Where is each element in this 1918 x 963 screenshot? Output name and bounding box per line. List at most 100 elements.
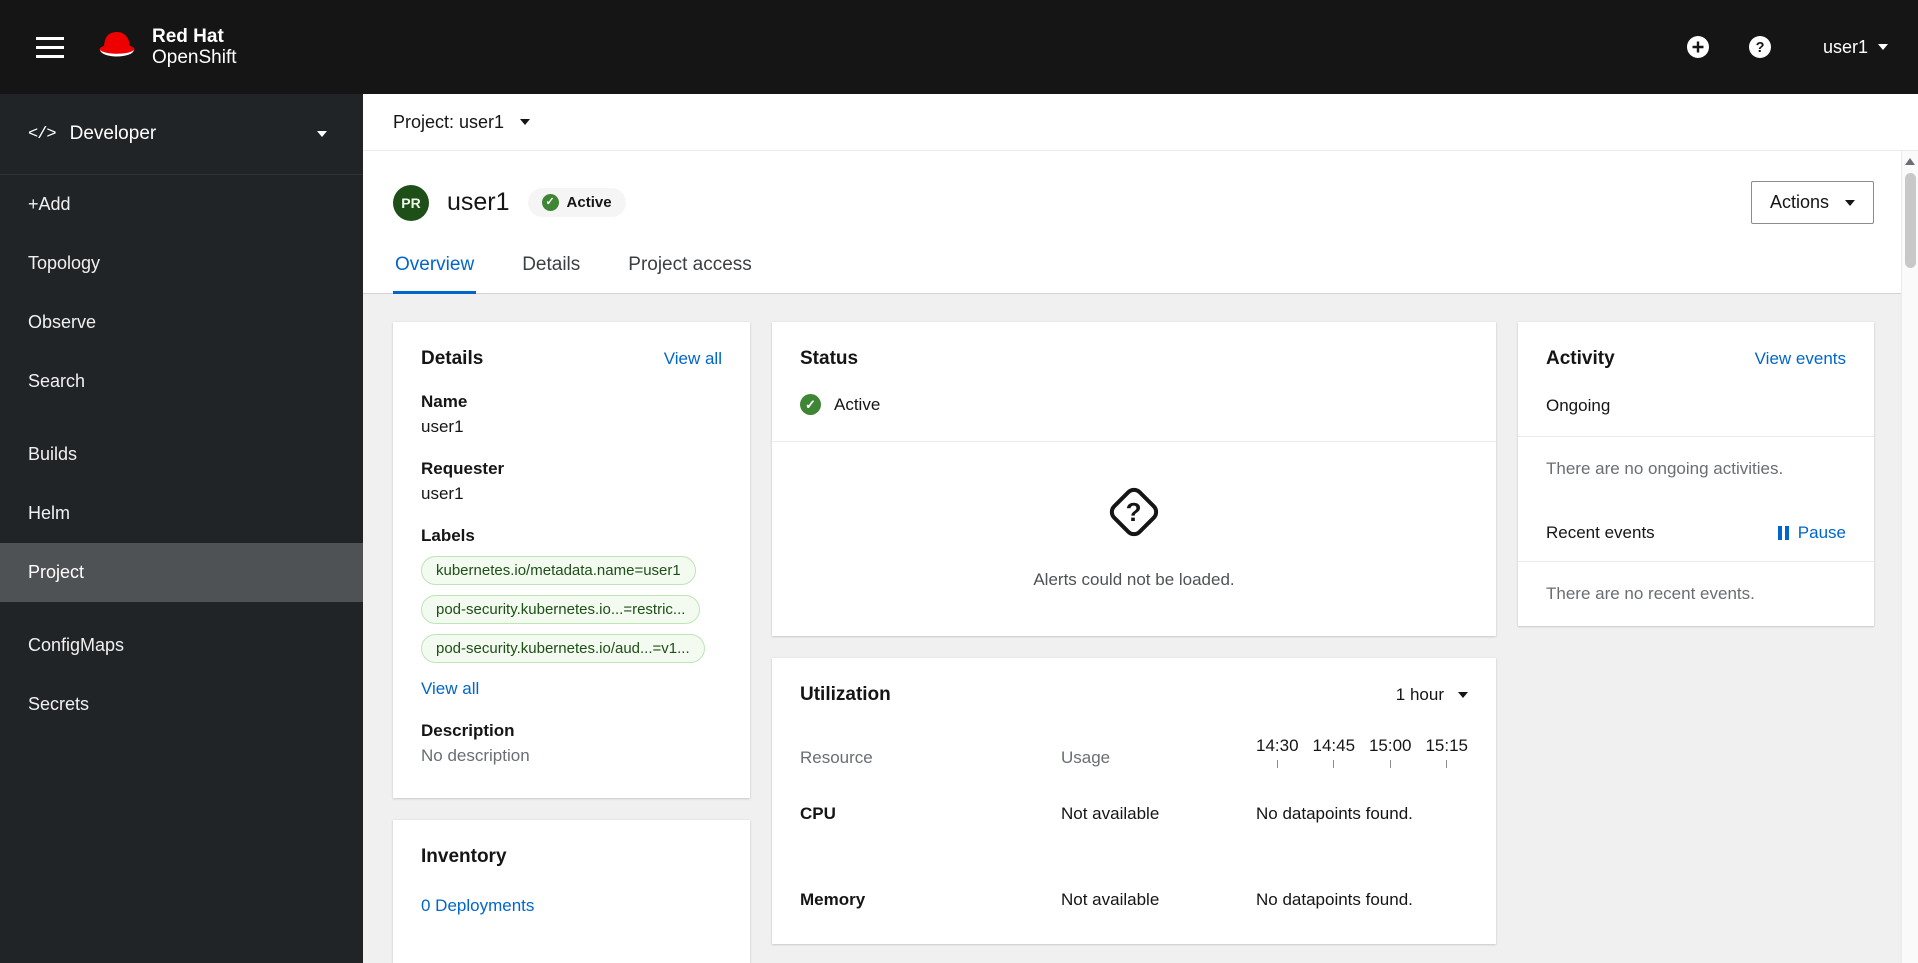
requester-label: Requester xyxy=(421,459,505,478)
check-circle-icon xyxy=(800,394,821,415)
sidebar-item-configmaps[interactable]: ConfigMaps xyxy=(0,616,363,675)
labels-list: kubernetes.io/metadata.name=user1 pod-se… xyxy=(421,556,722,663)
details-card-header: Details View all xyxy=(421,348,722,370)
sidebar-item-observe[interactable]: Observe xyxy=(0,293,363,352)
time-axis: 14:30 14:45 15:00 15:15 xyxy=(1256,736,1468,768)
details-view-all-link[interactable]: View all xyxy=(664,349,722,369)
utilization-column-headers: Resource Usage 14:30 14:45 15:00 15:15 xyxy=(800,736,1468,768)
ongoing-section-label: Ongoing xyxy=(1546,396,1611,415)
datapoints-message: No datapoints found. xyxy=(1256,890,1413,909)
perspective-label: Developer xyxy=(69,123,157,144)
sidebar-item-secrets[interactable]: Secrets xyxy=(0,675,363,734)
time-tick-label: 14:30 xyxy=(1256,736,1299,755)
alerts-message: Alerts could not be loaded. xyxy=(1033,570,1235,589)
name-value: user1 xyxy=(421,417,464,436)
scroll-region: PR user1 Active Actions Overview xyxy=(363,151,1918,963)
project-resource-badge: PR xyxy=(393,184,429,221)
sidebar-group-main: +Add Topology Observe Search xyxy=(0,175,363,411)
brand-line2: OpenShift xyxy=(152,47,237,68)
sidebar-item-add[interactable]: +Add xyxy=(0,175,363,234)
unknown-question-diamond-icon xyxy=(1105,483,1163,541)
middle-column: Status Active Alerts could not be loaded… xyxy=(772,322,1496,944)
status-badge-label: Active xyxy=(566,194,612,211)
chevron-down-icon xyxy=(520,119,531,125)
hamburger-menu-icon[interactable] xyxy=(26,27,74,68)
tab-bar: Overview Details Project access xyxy=(363,254,1918,294)
utilization-card-header: Utilization 1 hour xyxy=(800,684,1468,706)
project-selector-label: Project: user1 xyxy=(393,111,505,132)
label-pill[interactable]: pod-security.kubernetes.io/aud...=v1... xyxy=(421,634,705,663)
inventory-card-title: Inventory xyxy=(421,846,507,867)
activity-card: Activity View events Ongoing There are n… xyxy=(1518,322,1874,626)
time-tick-label: 15:15 xyxy=(1425,736,1468,755)
page-title: user1 xyxy=(447,188,510,216)
sidebar-item-builds[interactable]: Builds xyxy=(0,425,363,484)
sidebar-group-config: ConfigMaps Secrets xyxy=(0,616,363,734)
page-header: PR user1 Active Actions Overview xyxy=(363,151,1918,294)
time-tick-label: 14:45 xyxy=(1312,736,1356,755)
sidebar-nav: </> Developer +Add Topology Observe Sear… xyxy=(0,94,363,963)
scroll-up-arrow-icon[interactable] xyxy=(1905,158,1915,165)
recent-events-label: Recent events xyxy=(1546,523,1655,542)
sidebar-group-resources: Builds Helm Project xyxy=(0,425,363,602)
vertical-scrollbar[interactable] xyxy=(1901,151,1918,963)
view-events-link[interactable]: View events xyxy=(1755,349,1846,369)
status-card-title: Status xyxy=(800,348,859,369)
brand-line1: Red Hat xyxy=(152,25,224,47)
duration-dropdown[interactable]: 1 hour xyxy=(1396,685,1468,705)
activity-card-title: Activity xyxy=(1546,348,1615,369)
time-tick-label: 15:00 xyxy=(1368,736,1412,755)
time-tick: 15:00 xyxy=(1369,736,1412,768)
actions-label: Actions xyxy=(1769,192,1829,212)
right-column: Activity View events Ongoing There are n… xyxy=(1518,322,1874,626)
deployments-count-link[interactable]: 0 Deployments xyxy=(421,896,534,916)
pause-events-button[interactable]: Pause xyxy=(1777,523,1846,543)
left-column: Details View all Name user1 Requester us… xyxy=(393,322,750,963)
usage-column-header: Usage xyxy=(1061,748,1111,767)
sidebar-item-topology[interactable]: Topology xyxy=(0,234,363,293)
pause-label: Pause xyxy=(1797,523,1846,542)
utilization-row-cpu: CPU Not available No datapoints found. xyxy=(800,804,1468,824)
utilization-card: Utilization 1 hour Resource Usage 14:30 … xyxy=(772,658,1496,944)
username-label: user1 xyxy=(1822,36,1868,57)
usage-value: Not available xyxy=(1061,804,1160,823)
name-label: Name xyxy=(421,392,468,411)
title-row: PR user1 Active Actions xyxy=(393,181,1874,224)
details-card-title: Details xyxy=(421,348,484,369)
sidebar-item-search[interactable]: Search xyxy=(0,352,363,411)
duration-label: 1 hour xyxy=(1395,685,1444,704)
chevron-down-icon xyxy=(1878,44,1888,50)
sidebar-item-helm[interactable]: Helm xyxy=(0,484,363,543)
status-badge: Active xyxy=(527,188,626,217)
status-card: Status Active Alerts could not be loaded… xyxy=(772,322,1496,636)
brand-logo[interactable]: Red Hat OpenShift xyxy=(94,26,237,69)
inventory-card: Inventory 0 Deployments xyxy=(393,820,750,963)
utilization-card-title: Utilization xyxy=(800,684,891,705)
alerts-empty-state: Alerts could not be loaded. xyxy=(772,442,1496,636)
label-pill[interactable]: pod-security.kubernetes.io...=restric... xyxy=(421,595,701,624)
perspective-switcher[interactable]: </> Developer xyxy=(0,94,363,175)
tab-overview[interactable]: Overview xyxy=(393,254,477,294)
resource-name: Memory xyxy=(800,890,866,909)
label-pill[interactable]: kubernetes.io/metadata.name=user1 xyxy=(421,556,696,585)
recent-empty-message: There are no recent events. xyxy=(1546,584,1755,603)
resource-column-header: Resource xyxy=(800,748,873,767)
requester-value: user1 xyxy=(421,484,464,503)
time-tick: 15:15 xyxy=(1425,736,1468,768)
status-card-header: Status xyxy=(772,348,1496,370)
time-tick: 14:30 xyxy=(1256,736,1299,768)
labels-view-all-link[interactable]: View all xyxy=(421,679,479,699)
details-card: Details View all Name user1 Requester us… xyxy=(393,322,750,798)
sidebar-item-project[interactable]: Project xyxy=(0,543,363,602)
project-selector-dropdown[interactable]: Project: user1 xyxy=(393,111,531,133)
user-menu[interactable]: user1 xyxy=(1823,37,1888,58)
labels-label: Labels xyxy=(421,526,475,545)
actions-dropdown-button[interactable]: Actions xyxy=(1750,181,1874,224)
tab-project-access[interactable]: Project access xyxy=(626,254,754,294)
utilization-row-memory: Memory Not available No datapoints found… xyxy=(800,890,1468,910)
help-question-circle-icon[interactable]: ? xyxy=(1737,24,1783,70)
add-plus-circle-icon[interactable] xyxy=(1675,24,1721,70)
project-selector-bar: Project: user1 xyxy=(363,94,1918,151)
tab-details[interactable]: Details xyxy=(520,254,582,294)
scrollbar-thumb[interactable] xyxy=(1905,173,1916,268)
